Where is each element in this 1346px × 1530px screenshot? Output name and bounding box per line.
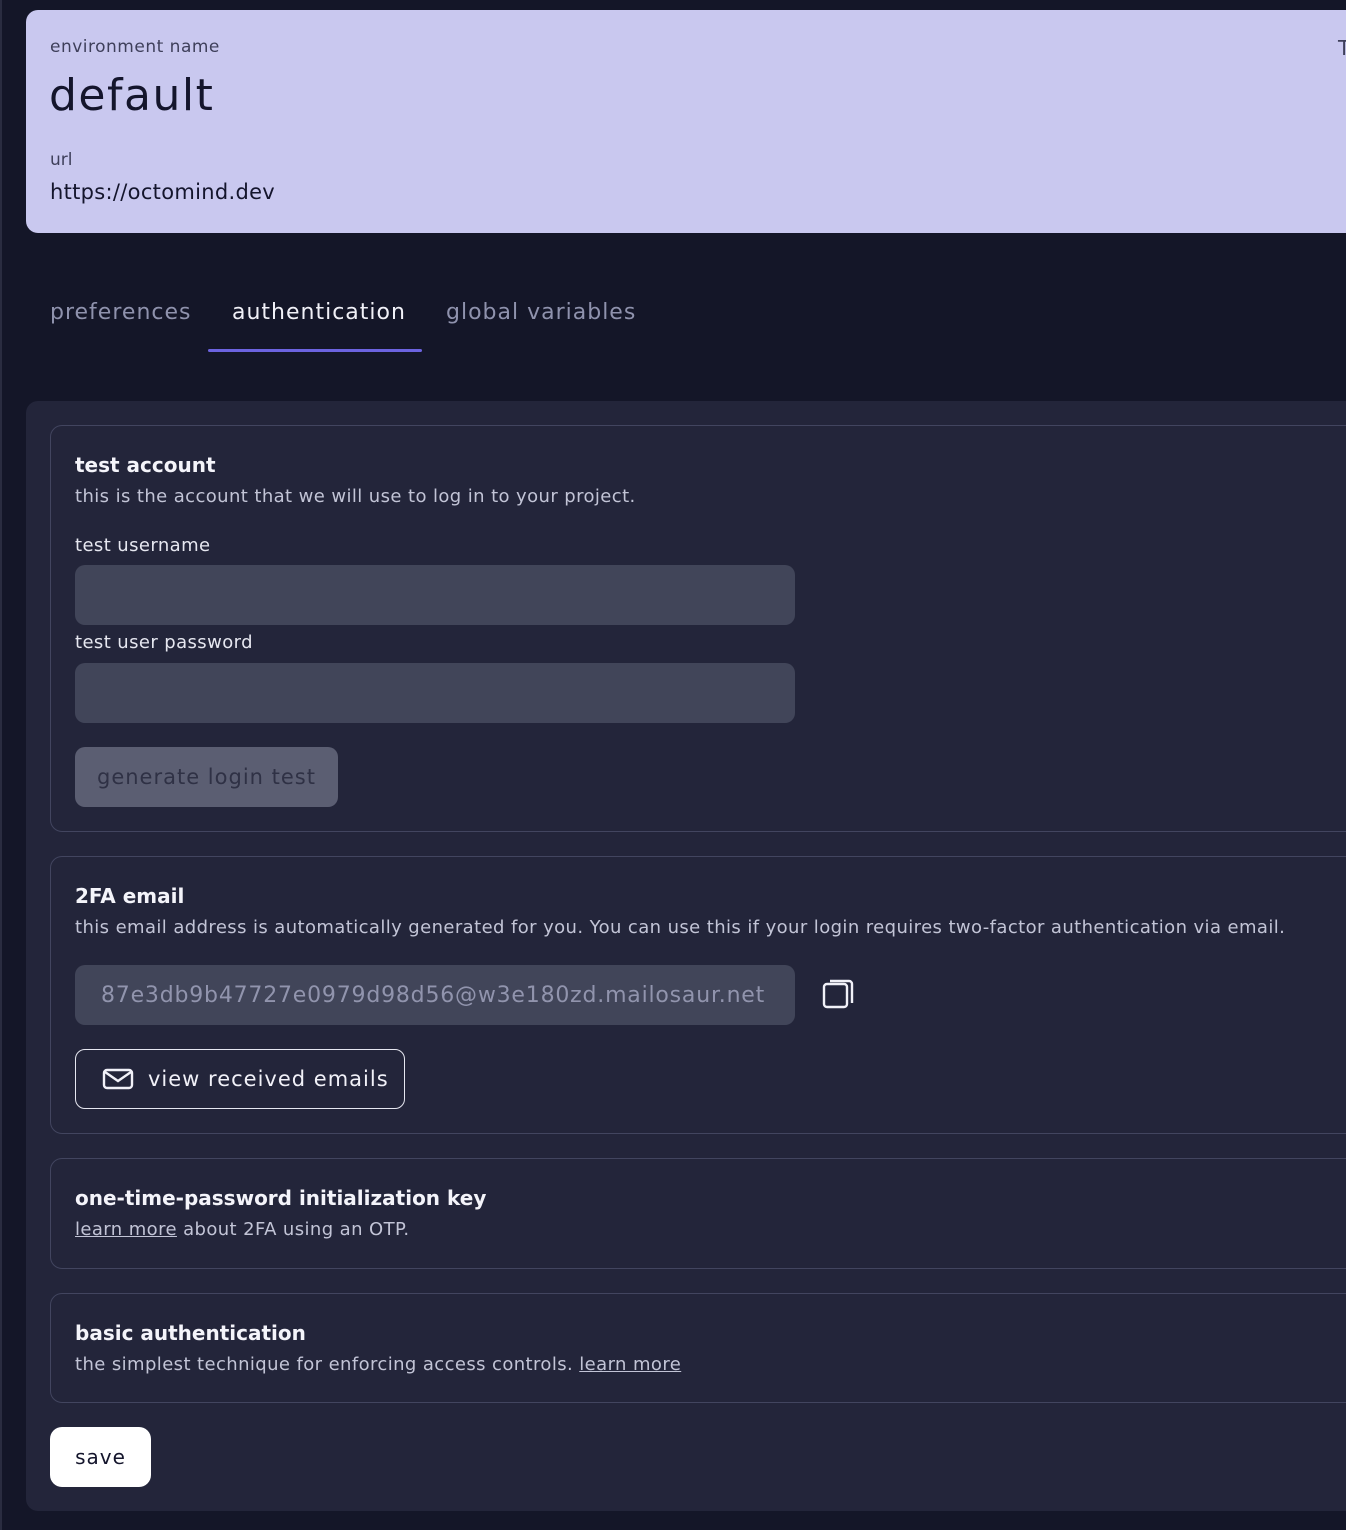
otp-learn-more-link[interactable]: learn more (75, 1219, 177, 1240)
tab-global-variables[interactable]: global variables (446, 300, 636, 325)
url-label: url (50, 150, 73, 170)
basic-auth-learn-more-link[interactable]: learn more (579, 1354, 681, 1375)
basic-auth-section: basic authentication the simplest techni… (50, 1293, 1346, 1403)
twofa-email-section: 2FA email this email address is automati… (50, 856, 1346, 1134)
otp-description-text: about 2FA using an OTP. (176, 1219, 410, 1240)
twofa-email-description: this email address is automatically gene… (75, 917, 1286, 938)
otp-description: learn more about 2FA using an OTP. (75, 1219, 410, 1240)
envelope-icon (102, 1068, 134, 1090)
generate-login-test-button[interactable]: generate login test (75, 747, 338, 807)
test-account-section: test account this is the account that we… (50, 425, 1346, 832)
settings-tabs: preferences authentication global variab… (26, 290, 726, 354)
header-corner-text: T (1338, 36, 1346, 60)
tab-preferences[interactable]: preferences (50, 300, 191, 325)
otp-title: one-time-password initialization key (75, 1186, 487, 1210)
environment-name-label: environment name (50, 37, 220, 57)
view-received-emails-label: view received emails (148, 1067, 389, 1091)
window-edge (0, 0, 2, 1530)
twofa-email-address-field[interactable] (75, 965, 795, 1025)
test-account-description: this is the account that we will use to … (75, 486, 636, 507)
copy-icon[interactable] (821, 978, 855, 1012)
active-tab-indicator (208, 349, 422, 352)
view-received-emails-button[interactable]: view received emails (75, 1049, 405, 1109)
otp-section: one-time-password initialization key lea… (50, 1158, 1346, 1269)
twofa-email-title: 2FA email (75, 884, 185, 908)
environment-name: default (49, 70, 215, 121)
test-username-input[interactable] (75, 565, 795, 625)
test-password-label: test user password (75, 632, 253, 653)
save-button[interactable]: save (50, 1427, 151, 1487)
test-password-input[interactable] (75, 663, 795, 723)
authentication-panel: test account this is the account that we… (26, 401, 1346, 1511)
test-account-title: test account (75, 453, 216, 477)
basic-auth-description: the simplest technique for enforcing acc… (75, 1354, 681, 1375)
basic-auth-description-text: the simplest technique for enforcing acc… (75, 1354, 580, 1375)
tab-authentication[interactable]: authentication (232, 300, 406, 325)
test-username-label: test username (75, 535, 211, 556)
environment-header-card: environment name default url https://oct… (26, 10, 1346, 233)
url-value: https://octomind.dev (50, 180, 276, 204)
basic-auth-title: basic authentication (75, 1321, 306, 1345)
